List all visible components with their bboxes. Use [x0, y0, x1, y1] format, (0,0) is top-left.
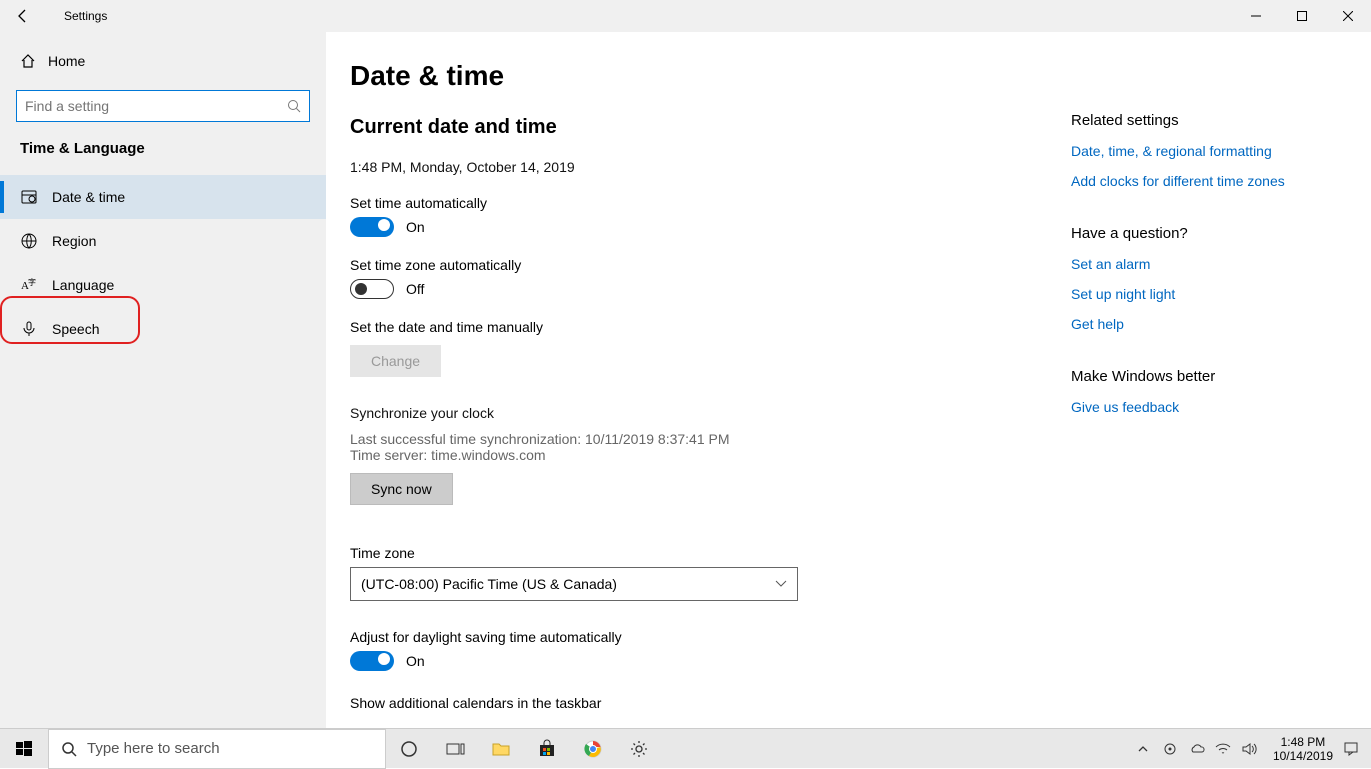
- clock-icon: [20, 188, 52, 206]
- taskbar: Type here to search: [0, 728, 1371, 768]
- taskbar-search[interactable]: Type here to search: [48, 729, 386, 769]
- link-night-light[interactable]: Set up night light: [1071, 286, 1351, 302]
- cortana-button[interactable]: [386, 729, 432, 769]
- main: Date & time Current date and time 1:48 P…: [326, 32, 1371, 728]
- tray-clock[interactable]: 1:48 PM 10/14/2019: [1267, 735, 1339, 763]
- link-get-help[interactable]: Get help: [1071, 316, 1351, 332]
- search-icon: [61, 741, 77, 757]
- link-date-regional[interactable]: Date, time, & regional formatting: [1071, 143, 1351, 159]
- file-explorer-button[interactable]: [478, 729, 524, 769]
- sync-title: Synchronize your clock: [350, 405, 1071, 421]
- language-icon: A字: [20, 276, 52, 294]
- search-input[interactable]: [16, 90, 310, 122]
- sidebar-item-label: Speech: [52, 321, 99, 337]
- tray-date: 10/14/2019: [1273, 749, 1333, 763]
- home-button[interactable]: Home: [0, 40, 326, 82]
- link-set-alarm[interactable]: Set an alarm: [1071, 256, 1351, 272]
- onedrive-icon[interactable]: [1189, 743, 1211, 755]
- sidebar-item-label: Region: [52, 233, 96, 249]
- taskbar-search-placeholder: Type here to search: [87, 740, 220, 757]
- sync-now-button[interactable]: Sync now: [350, 473, 453, 505]
- location-icon[interactable]: [1163, 742, 1185, 756]
- dst-state: On: [406, 653, 425, 669]
- microphone-icon: [20, 320, 52, 338]
- tray-overflow-icon[interactable]: [1137, 743, 1159, 755]
- sidebar-item-label: Language: [52, 277, 114, 293]
- titlebar: Settings: [0, 0, 1371, 32]
- set-time-auto-toggle[interactable]: [350, 217, 394, 237]
- svg-text:字: 字: [28, 277, 36, 287]
- tray-time: 1:48 PM: [1273, 735, 1333, 749]
- link-add-clocks[interactable]: Add clocks for different time zones: [1071, 173, 1351, 189]
- link-feedback[interactable]: Give us feedback: [1071, 399, 1351, 415]
- system-tray: 1:48 PM 10/14/2019: [1137, 735, 1371, 763]
- sidebar-section-title: Time & Language: [0, 140, 326, 165]
- window-title: Settings: [64, 9, 107, 23]
- section-current: Current date and time: [350, 116, 1071, 139]
- timezone-label: Time zone: [350, 545, 1071, 561]
- set-tz-auto-label: Set time zone automatically: [350, 257, 1071, 273]
- current-datetime: 1:48 PM, Monday, October 14, 2019: [350, 159, 1071, 175]
- home-icon: [20, 53, 48, 69]
- sidebar-item-language[interactable]: A字 Language: [0, 263, 326, 307]
- dst-toggle[interactable]: [350, 651, 394, 671]
- action-center-icon[interactable]: [1343, 741, 1365, 757]
- set-time-auto-label: Set time automatically: [350, 195, 1071, 211]
- chevron-down-icon: [775, 580, 787, 588]
- extra-cal-label: Show additional calendars in the taskbar: [350, 695, 1071, 711]
- set-manual-label: Set the date and time manually: [350, 319, 1071, 335]
- sync-server: Time server: time.windows.com: [350, 447, 1071, 463]
- sync-last: Last successful time synchronization: 10…: [350, 431, 1071, 447]
- back-button[interactable]: [16, 9, 40, 23]
- right-column: Related settings Date, time, & regional …: [1071, 32, 1371, 728]
- search-icon: [287, 99, 301, 113]
- content: Date & time Current date and time 1:48 P…: [326, 32, 1071, 728]
- start-button[interactable]: [0, 729, 48, 769]
- set-tz-auto-toggle[interactable]: [350, 279, 394, 299]
- question-heading: Have a question?: [1071, 225, 1351, 242]
- change-button: Change: [350, 345, 441, 377]
- volume-icon[interactable]: [1241, 742, 1263, 756]
- minimize-button[interactable]: [1233, 0, 1279, 32]
- windows-icon: [16, 741, 32, 757]
- sidebar-item-label: Date & time: [52, 189, 125, 205]
- home-label: Home: [48, 53, 85, 69]
- timezone-select[interactable]: (UTC-08:00) Pacific Time (US & Canada): [350, 567, 798, 601]
- sidebar-item-region[interactable]: Region: [0, 219, 326, 263]
- settings-window: Settings Home: [0, 0, 1371, 728]
- timezone-value: (UTC-08:00) Pacific Time (US & Canada): [361, 576, 617, 592]
- maximize-button[interactable]: [1279, 0, 1325, 32]
- set-tz-auto-state: Off: [406, 281, 424, 297]
- sidebar-item-speech[interactable]: Speech: [0, 307, 326, 351]
- close-button[interactable]: [1325, 0, 1371, 32]
- task-view-button[interactable]: [432, 729, 478, 769]
- chrome-button[interactable]: [570, 729, 616, 769]
- wifi-icon[interactable]: [1215, 742, 1237, 756]
- related-heading: Related settings: [1071, 112, 1351, 129]
- dst-label: Adjust for daylight saving time automati…: [350, 629, 1071, 645]
- sidebar: Home Time & Language Date & time: [0, 32, 326, 728]
- search-input-field[interactable]: [25, 98, 287, 114]
- page-title: Date & time: [350, 60, 1071, 92]
- globe-icon: [20, 232, 52, 250]
- set-time-auto-state: On: [406, 219, 425, 235]
- sidebar-item-date-time[interactable]: Date & time: [0, 175, 326, 219]
- settings-button[interactable]: [616, 729, 662, 769]
- feedback-heading: Make Windows better: [1071, 368, 1351, 385]
- store-button[interactable]: [524, 729, 570, 769]
